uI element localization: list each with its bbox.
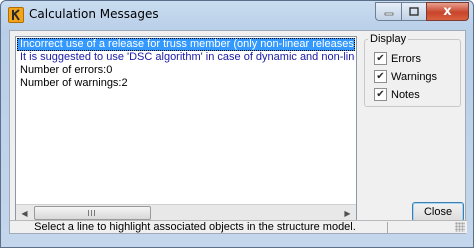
window-title: Calculation Messages (29, 7, 159, 21)
message-line[interactable]: Incorrect use of a release for truss mem… (17, 38, 355, 51)
checkmark-icon: ✔ (376, 88, 385, 100)
title-bar[interactable]: Calculation Messages x (1, 1, 473, 29)
scroll-right-arrow-icon[interactable]: ▶ (339, 205, 356, 221)
checkbox-box[interactable]: ✔ (374, 88, 387, 101)
message-line[interactable]: It is suggested to use 'DSC algorithm' i… (17, 51, 355, 64)
errors-checkbox[interactable]: ✔ Errors (374, 52, 421, 65)
checkmark-icon: ✔ (376, 52, 385, 64)
warnings-checkbox[interactable]: ✔ Warnings (374, 70, 437, 83)
message-list[interactable]: Incorrect use of a release for truss mem… (15, 36, 357, 222)
display-group-title: Display (368, 33, 409, 45)
checkbox-label: Warnings (391, 70, 438, 83)
maximize-button[interactable] (401, 2, 426, 21)
status-text: Select a line to highlight associated ob… (34, 221, 356, 233)
minimize-icon (384, 12, 393, 15)
checkbox-label: Notes (391, 88, 420, 101)
caption-buttons: x (375, 2, 469, 22)
checkmark-icon: ✔ (376, 70, 385, 82)
checkbox-box[interactable]: ✔ (374, 70, 387, 83)
checkbox-label: Errors (391, 52, 421, 65)
scroll-left-arrow-icon[interactable]: ◀ (16, 205, 33, 221)
close-button[interactable]: Close (412, 202, 464, 222)
horizontal-scrollbar[interactable]: ◀ ▶ (16, 204, 356, 221)
minimize-button[interactable] (375, 2, 401, 21)
close-icon: x (443, 4, 452, 19)
dialog-client-area: Incorrect use of a release for truss mem… (9, 30, 467, 234)
resize-grip-icon[interactable] (455, 222, 465, 232)
message-line[interactable]: Number of warnings:2 (17, 77, 355, 90)
maximize-icon (409, 7, 419, 16)
notes-checkbox[interactable]: ✔ Notes (374, 88, 420, 101)
status-bar: Select a line to highlight associated ob… (10, 220, 467, 233)
app-icon (8, 7, 24, 23)
scrollbar-thumb[interactable] (34, 206, 151, 220)
message-line[interactable]: Number of errors:0 (17, 64, 355, 77)
display-group: Display ✔ Errors ✔ Warnings ✔ Notes (364, 33, 461, 107)
message-lines: Incorrect use of a release for truss mem… (17, 38, 355, 204)
grip-icon (88, 210, 97, 216)
close-window-button[interactable]: x (426, 2, 469, 21)
status-separator (387, 222, 388, 233)
calculation-messages-window: Calculation Messages x Incorrect use of … (0, 0, 474, 248)
checkbox-box[interactable]: ✔ (374, 52, 387, 65)
